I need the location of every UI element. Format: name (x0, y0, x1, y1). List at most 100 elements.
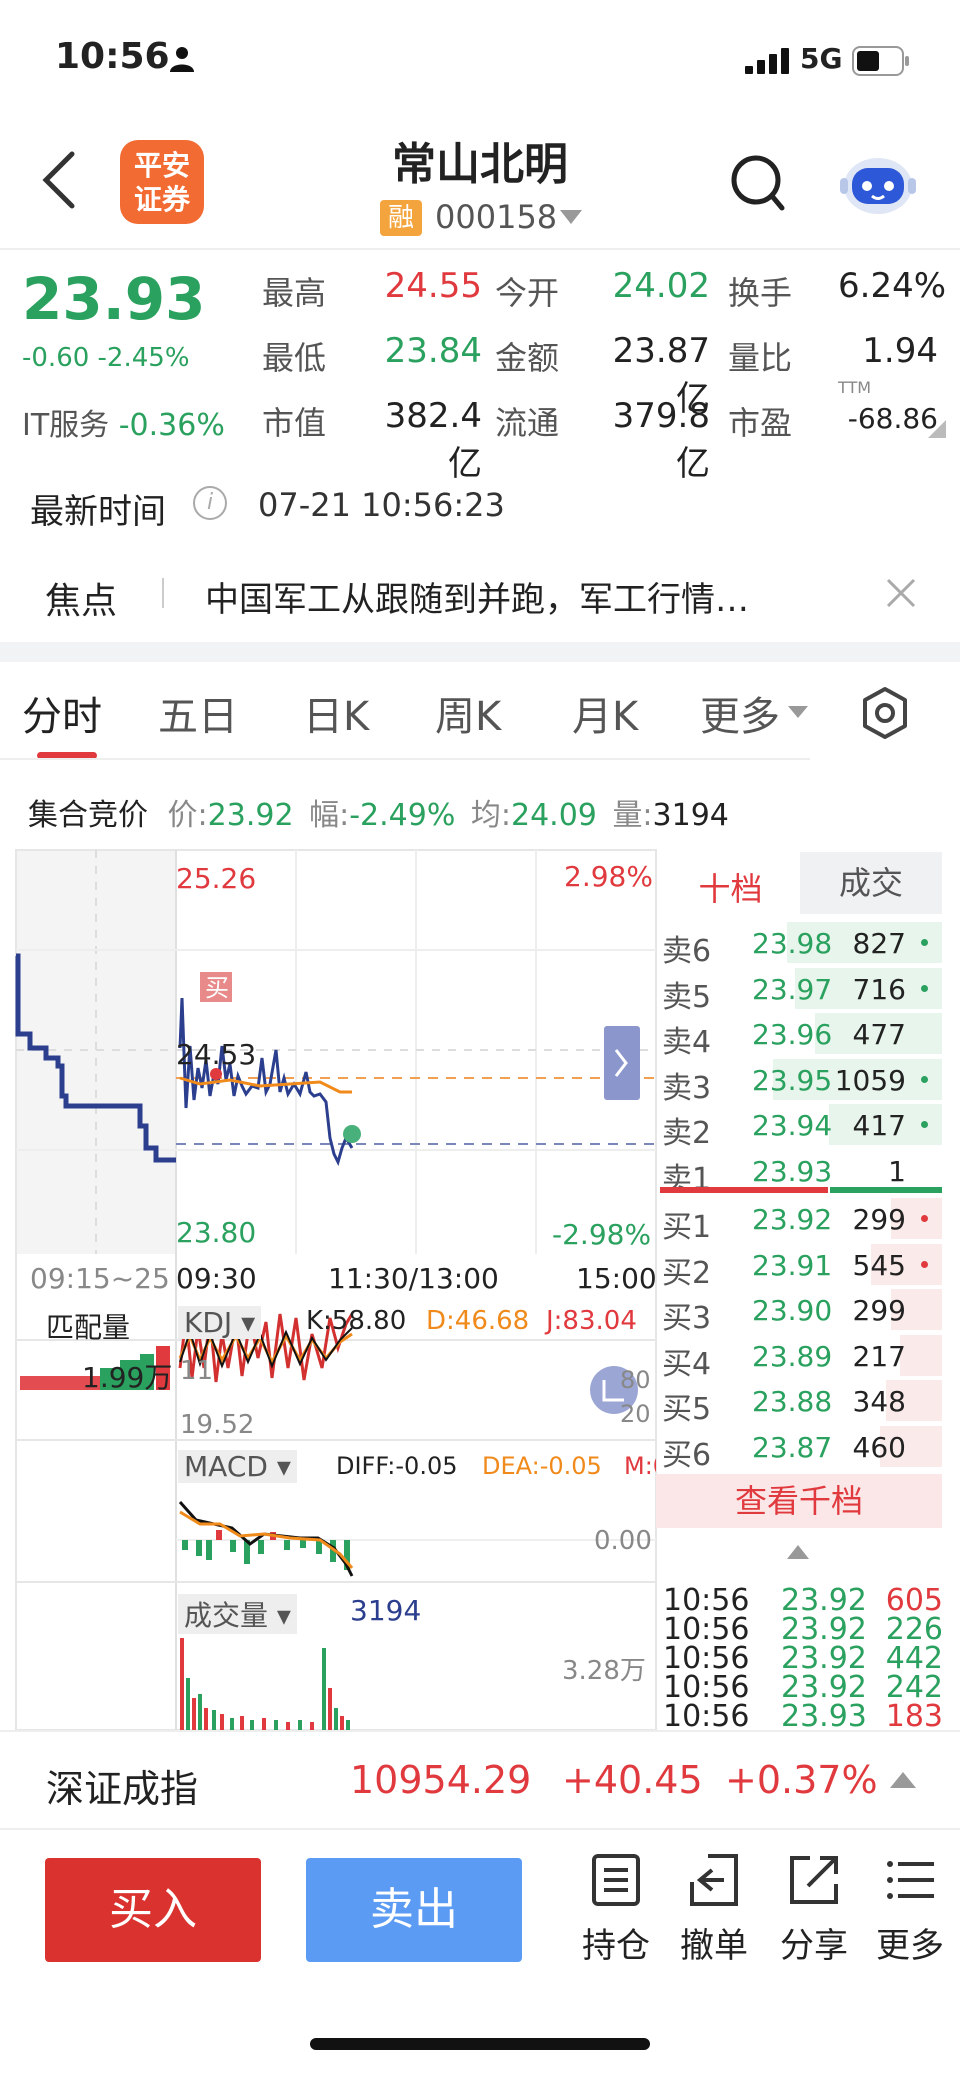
level-price: 23.91 (752, 1248, 833, 1282)
kdj-label: KDJ (184, 1306, 233, 1339)
price-change-pct: -2.45% (97, 343, 190, 373)
info-icon[interactable]: i (193, 486, 227, 520)
tab-weekly-k[interactable]: 周K (435, 684, 501, 742)
expand-corner-icon[interactable] (928, 420, 946, 438)
time-label-midday: 11:30/13:00 (328, 1262, 499, 1295)
stat-value: 23.84 (384, 331, 482, 371)
ask-row[interactable]: 卖5 23.97 716 (660, 966, 942, 1015)
cancel-order-button[interactable]: 撤单 (664, 1852, 764, 1967)
level-label: 卖4 (662, 1025, 712, 1060)
tab-monthly-k[interactable]: 月K (572, 684, 638, 742)
stat-value: 6.24% (838, 266, 947, 306)
tick-price: 23.93 (781, 1699, 867, 1734)
focus-headline[interactable]: 中国军工从跟随到并跑，军工行情… (205, 572, 749, 621)
kdj-j: J:83.04 (546, 1306, 637, 1336)
kdj-selector[interactable]: KDJ ▾ (178, 1306, 262, 1339)
tick-time: 10:56 (663, 1699, 750, 1734)
ask-row[interactable]: 卖6 23.98 827 (660, 920, 942, 969)
view-thousand-levels-button[interactable]: 查看千档 (656, 1474, 942, 1528)
ask-row[interactable]: 卖2 23.94 417 (660, 1102, 942, 1151)
auction-avg-label: 均: (470, 798, 511, 833)
battery-icon (852, 46, 909, 76)
volume-selector[interactable]: 成交量 ▾ (178, 1594, 297, 1634)
expand-up-icon[interactable] (890, 1772, 916, 1788)
level-price: 23.92 (752, 1203, 833, 1236)
stat-value: -68.86 (847, 402, 938, 435)
chart-bottom-pct: -2.98% (552, 1218, 652, 1251)
auction-vol: 3194 (652, 798, 729, 833)
ask-row[interactable]: 卖3 23.95 1059 (660, 1057, 942, 1106)
level-label: 卖5 (662, 979, 712, 1015)
sector-name: IT服务 (22, 408, 110, 443)
volume-bars (180, 1638, 350, 1730)
collapse-up-icon[interactable] (787, 1545, 809, 1559)
bid-row[interactable]: 买6 23.87 460 (660, 1424, 942, 1473)
tab-trades[interactable]: 成交 (800, 852, 942, 914)
level-volume: 460 (852, 1430, 906, 1464)
auction-price-label: 价: (167, 798, 208, 833)
sell-button[interactable]: 卖出 (306, 1858, 522, 1962)
auction-avg: 24.09 (511, 798, 597, 833)
divider (162, 578, 164, 608)
tab-intraday[interactable]: 分时 (22, 684, 102, 742)
stock-code[interactable]: 000158 (435, 198, 557, 236)
share-button[interactable]: 分享 (764, 1852, 864, 1967)
bid-row[interactable]: 买1 23.92 299 (660, 1196, 942, 1245)
stat-label: 金额 (495, 339, 560, 377)
kdj-axis-mid: 11 (180, 1356, 214, 1386)
more-button[interactable]: 更多 (860, 1852, 960, 1967)
tab-ten-level[interactable]: 十档 (658, 864, 803, 914)
level-volume: 716 (852, 972, 906, 1006)
level-price: 23.97 (752, 972, 833, 1006)
current-price: 23.93 (22, 265, 206, 333)
volume-label: 成交量 (184, 1599, 269, 1632)
level-label: 买4 (662, 1346, 712, 1382)
auction-range-label: 幅: (309, 798, 350, 833)
bid-row[interactable]: 买5 23.88 348 (660, 1378, 942, 1427)
ask-row[interactable]: 卖1 23.93 1 (660, 1148, 942, 1197)
chevron-down-icon[interactable] (788, 706, 808, 718)
level-label: 买2 (662, 1255, 712, 1291)
section-separator (0, 642, 960, 662)
level-price: 23.89 (752, 1339, 833, 1373)
volume-axis-max: 3.28万 (562, 1656, 646, 1686)
level-price: 23.90 (752, 1294, 833, 1327)
tab-daily-k[interactable]: 日K (303, 684, 369, 742)
cancel-order-icon (690, 1854, 738, 1906)
chevron-down-icon[interactable] (560, 210, 582, 224)
auction-price: 23.92 (207, 798, 294, 833)
volume-value: 3194 (350, 1594, 422, 1627)
positions-button[interactable]: 持仓 (566, 1852, 666, 1967)
signal-icon (745, 48, 789, 74)
level-price: 23.95 (752, 1063, 833, 1097)
more-label: 更多 (876, 1926, 944, 1966)
close-icon[interactable] (884, 576, 918, 610)
share-label: 分享 (780, 1926, 848, 1966)
time-label-close: 15:00 (576, 1262, 657, 1295)
tab-more[interactable]: 更多 (700, 684, 780, 742)
gear-icon[interactable] (858, 686, 912, 740)
bid-row[interactable]: 买4 23.89 217 (660, 1333, 942, 1382)
stat-value: 24.02 (612, 266, 710, 306)
robot-assistant-icon[interactable] (838, 150, 918, 218)
latest-time-value: 07-21 10:56:23 (258, 486, 505, 524)
kdj-axis-20: 20 (620, 1400, 651, 1428)
ask-row[interactable]: 卖4 23.96 477 (660, 1011, 942, 1060)
tab-five-day[interactable]: 五日 (158, 684, 238, 742)
macd-selector[interactable]: MACD ▾ (178, 1450, 297, 1483)
macd-zero: 0.00 (594, 1526, 652, 1556)
level-label: 卖3 (662, 1070, 712, 1106)
stat-label: 量比 (728, 339, 793, 377)
macd-dea: DEA:-0.05 (482, 1452, 602, 1480)
bid-row[interactable]: 买3 23.90 299 (660, 1287, 942, 1336)
index-change: +40.45 (562, 1758, 703, 1802)
level-volume: 477 (852, 1018, 906, 1051)
bid-row[interactable]: 买2 23.91 545 (660, 1242, 942, 1291)
margin-badge: 融 (380, 200, 422, 236)
chart-top-pct: 2.98% (564, 860, 653, 893)
buy-button[interactable]: 买入 (45, 1858, 261, 1962)
macd-diff: DIFF:-0.05 (336, 1452, 458, 1480)
search-icon[interactable] (728, 152, 788, 214)
stock-name: 常山北明 (392, 139, 568, 190)
sector-info[interactable]: IT服务 -0.36% (22, 400, 225, 444)
